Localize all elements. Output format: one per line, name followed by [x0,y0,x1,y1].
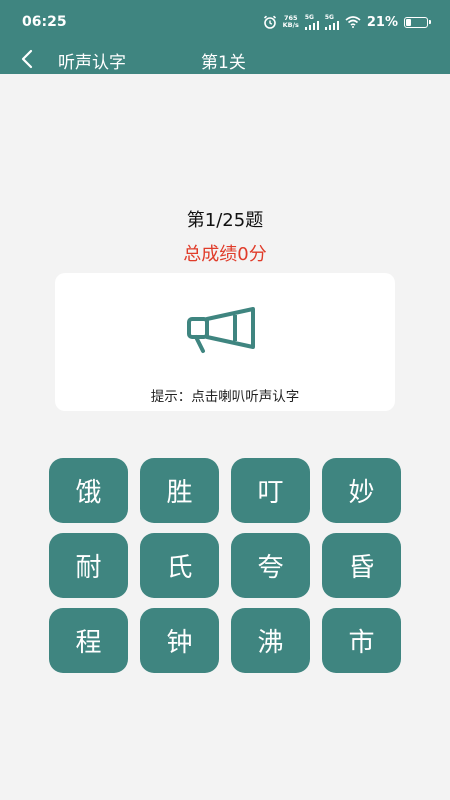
level-label: 第1关 [201,53,246,73]
network-speed: 765 KB/s [283,15,299,29]
choice-button[interactable]: 胜 [140,458,219,523]
audio-card: 提示：点击喇叭听声认字 [55,273,395,411]
choice-button[interactable]: 氏 [140,533,219,598]
signal-bars-icon [324,20,339,30]
chevron-left-icon [21,49,33,69]
choice-button[interactable]: 叮 [231,458,310,523]
alarm-clock-icon [263,15,276,29]
battery-percent: 21% [366,14,398,30]
choice-button[interactable]: 夸 [231,533,310,598]
choice-button[interactable]: 妙 [322,458,401,523]
choice-grid: 饿 胜 叮 妙 耐 氏 夸 昏 程 钟 沸 市 [49,458,401,673]
choice-button[interactable]: 钟 [140,608,219,673]
wifi-icon [345,16,361,28]
app-bar: 听声认字 第1关 [0,44,450,74]
battery-icon [404,16,431,28]
signal-bars-icon [304,20,319,30]
page-title: 听声认字 [58,53,126,73]
back-button[interactable] [14,46,40,72]
question-counter: 第1/25题 [186,210,264,231]
signal-5g-2: 5G [324,14,339,30]
hint-text: 提示：点击喇叭听声认字 [150,389,300,405]
choice-button[interactable]: 程 [49,608,128,673]
status-icons: 765 KB/s 5G 5G 21% [263,11,431,33]
network-speed-unit: KB/s [282,21,299,29]
choice-button[interactable]: 市 [322,608,401,673]
choice-button[interactable]: 耐 [49,533,128,598]
signal-5g-1: 5G [304,14,319,30]
megaphone-icon[interactable] [183,305,273,363]
status-bar: 06:25 765 KB/s 5G 5G 21% [0,0,450,44]
status-time: 06:25 [22,14,67,30]
choice-button[interactable]: 沸 [231,608,310,673]
total-score: 总成绩0分 [183,244,267,265]
choice-button[interactable]: 饿 [49,458,128,523]
choice-button[interactable]: 昏 [322,533,401,598]
